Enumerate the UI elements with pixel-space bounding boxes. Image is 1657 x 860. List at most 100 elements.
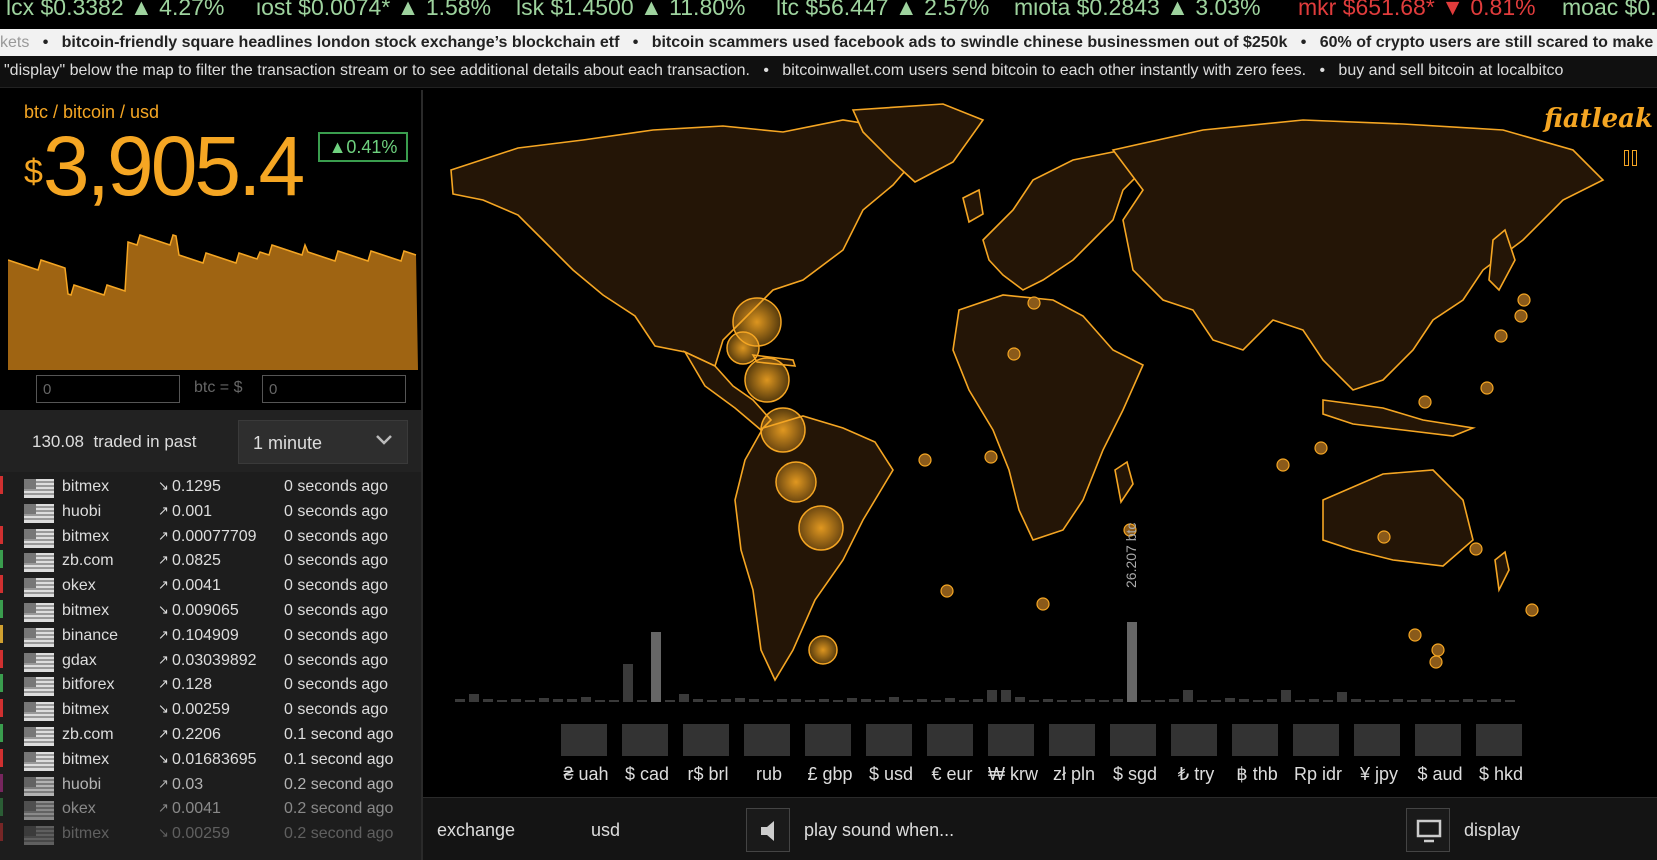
volume-bars [455,622,1515,702]
news-item[interactable]: bitcoin-friendly square headlines london… [62,34,620,51]
usd-amount-input[interactable] [262,375,406,403]
trade-bubble [1429,655,1443,669]
ticker-item[interactable]: lcx $0.3382 ▲ 4.27% [6,0,224,21]
currency-button[interactable]: ₩ krw [982,716,1038,786]
trade-row[interactable]: bitmex ↘ 0.01683695 0.1 second ago [0,747,421,772]
volume-bar [1337,692,1347,702]
trade-bubble [1418,395,1432,409]
currency-button[interactable]: $ cad [616,716,671,786]
trade-row[interactable]: bitmex ↘ 0.009065 0 seconds ago [0,598,421,623]
btc-amount-input[interactable] [36,375,180,403]
exchange-filter[interactable]: exchange [437,820,515,841]
currency-button[interactable]: $ hkd [1470,716,1525,786]
trade-bubble [1314,441,1328,455]
trade-time: 0.2 second ago [284,800,394,818]
news-sep: • [33,34,58,51]
ticker-item[interactable]: iost $0.0074* ▲ 1.58% [256,0,491,21]
volume-bar [1491,699,1501,702]
currency-button[interactable]: $ sgd [1104,716,1159,786]
currency-label: $ usd [868,764,914,784]
volume-bar [1141,700,1151,702]
trade-row[interactable]: binance ↗ 0.104909 0 seconds ago [0,623,421,648]
edge-marker [0,624,3,643]
sound-label[interactable]: play sound when... [804,820,954,841]
trade-bubble [798,505,844,551]
world-map[interactable]: 26.207 btc [423,90,1657,795]
volume-bar [805,700,815,702]
currency-button[interactable]: r$ brl [677,716,732,786]
trade-row[interactable]: huobi ↗ 0.03 0.2 second ago [0,772,421,797]
traded-amount: 130.08 traded in past [32,432,196,452]
currency-button[interactable]: ¥ jpy [1348,716,1403,786]
trade-direction-icon: ↗ [158,527,169,543]
currency-button[interactable]: Rp idr [1287,716,1342,786]
edge-marker [0,699,3,718]
ticker-item[interactable]: ltc $56.447 ▲ 2.57% [776,0,989,21]
display-toggle[interactable] [1406,808,1450,852]
currency-filter[interactable]: usd [591,820,620,841]
news-item[interactable]: 60% of crypto users are still scared to … [1320,34,1653,51]
chevron-down-icon [376,435,392,445]
trade-row[interactable]: bitmex ↗ 0.00077709 0 seconds ago [0,524,421,549]
monitor-icon [1416,819,1442,843]
currency-label: ฿ thb [1236,764,1278,784]
trade-direction-icon: ↗ [158,676,169,692]
volume-bar [721,699,731,702]
ticker-item[interactable]: moac $0. [1562,0,1657,21]
volume-bar [735,698,745,702]
volume-bar [497,700,507,702]
currency-button[interactable]: $ aud [1409,716,1464,786]
pause-icon[interactable] [1624,150,1638,166]
sound-toggle[interactable] [746,808,790,852]
currency-button[interactable]: € eur [921,716,976,786]
currency-button[interactable]: $ usd [860,716,915,786]
ticker-item[interactable]: mkr $651.68* ▼ 0.81% [1298,0,1536,21]
volume-bar [1057,700,1067,702]
currency-button[interactable]: ₴ uah [555,716,610,786]
currency-flag-icon [1293,724,1339,756]
news-item[interactable]: bitcoin scammers used facebook ads to sw… [652,34,1288,51]
volume-bar [763,700,773,702]
volume-bar [1043,699,1053,702]
ticker-item[interactable]: lsk $1.4500 ▲ 11.80% [516,0,745,21]
fiatleak-logo[interactable]: fiatleak [1544,104,1653,134]
trade-time: 0 seconds ago [284,676,389,694]
currency-button[interactable]: ฿ thb [1226,716,1281,786]
trade-row[interactable]: okex ↗ 0.0041 0 seconds ago [0,573,421,598]
period-select[interactable]: 1 minute [238,420,408,464]
trade-row[interactable]: huobi ↗ 0.001 0 seconds ago [0,499,421,524]
volume-bar [1155,700,1165,702]
ticker-item[interactable]: miota $0.2843 ▲ 3.03% [1014,0,1261,21]
trade-bubble [760,407,806,453]
currency-button[interactable]: zł pln [1043,716,1098,786]
display-label[interactable]: display [1464,820,1520,841]
trade-row[interactable]: bitmex ↘ 0.00259 0.2 second ago [0,821,421,846]
trade-row[interactable]: zb.com ↗ 0.0825 0 seconds ago [0,548,421,573]
trade-row[interactable]: zb.com ↗ 0.2206 0.1 second ago [0,722,421,747]
currency-flag-icon [1476,724,1522,756]
volume-bar [623,664,633,702]
trade-time: 0 seconds ago [284,701,389,719]
volume-bar [833,700,843,702]
period-value: 1 minute [253,433,323,453]
trade-row[interactable]: okex ↗ 0.0041 0.2 second ago [0,796,421,821]
us-flag-icon [24,727,54,746]
trade-row[interactable]: bitmex ↘ 0.1295 0 seconds ago [0,474,421,499]
trade-row[interactable]: bitforex ↗ 0.128 0 seconds ago [0,672,421,697]
currency-label: ¥ jpy [1359,764,1399,784]
btc-price: $3,905.4 [24,124,305,208]
volume-bar [1169,699,1179,702]
trade-row[interactable]: bitmex ↘ 0.00259 0 seconds ago [0,697,421,722]
volume-bar [1295,700,1305,702]
currency-flag-icon [744,724,790,756]
currency-button[interactable]: rub [738,716,793,786]
trade-row[interactable]: gdax ↗ 0.03039892 0 seconds ago [0,648,421,673]
currency-label: rub [755,764,782,784]
edge-marker [0,525,3,544]
edge-marker [0,823,3,842]
volume-bar [819,699,829,702]
volume-bar [539,698,549,702]
currency-button[interactable]: £ gbp [799,716,854,786]
currency-button[interactable]: ₺ try [1165,716,1220,786]
trade-time: 0 seconds ago [284,602,389,619]
